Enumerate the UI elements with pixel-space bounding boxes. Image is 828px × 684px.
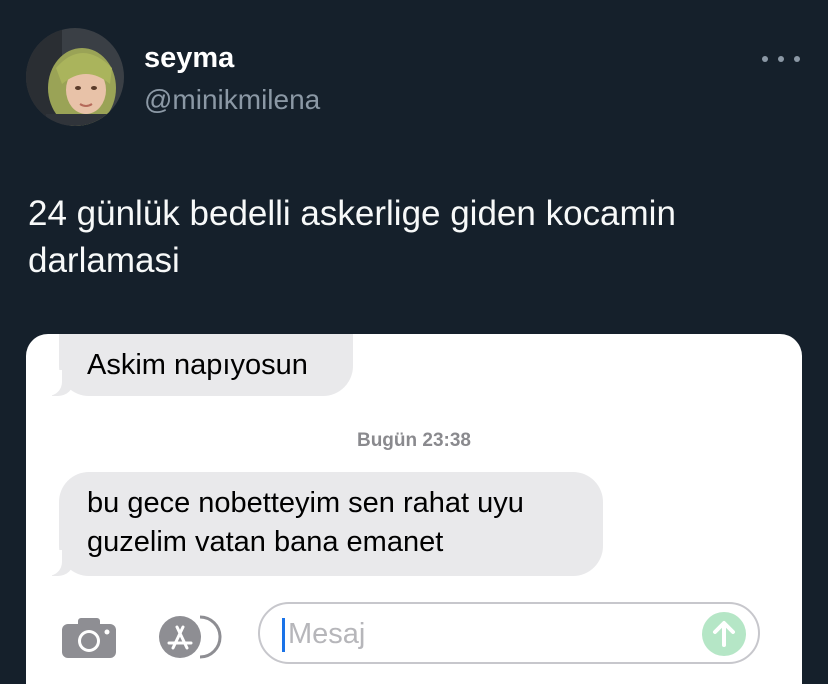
author-name[interactable]: seyma <box>144 41 234 75</box>
bubble-tail <box>40 550 74 576</box>
ellipsis-dot <box>794 56 800 62</box>
text-caret <box>282 618 285 652</box>
send-arrow-icon[interactable] <box>702 612 746 656</box>
message-bubble-received: Askim napıyosun <box>59 334 353 396</box>
message-text: Askim napıyosun <box>87 349 308 381</box>
app-store-icon[interactable] <box>156 614 228 660</box>
message-bubble-received: bu gece nobetteyim sen rahat uyu guzelim… <box>59 472 603 576</box>
message-input[interactable]: Mesaj <box>258 602 760 664</box>
ellipsis-dot <box>762 56 768 62</box>
ellipsis-dot <box>778 56 784 62</box>
avatar-image <box>26 28 124 126</box>
message-text: bu gece nobetteyim sen rahat uyu guzelim… <box>87 487 524 558</box>
tweet-card: seyma @minikmilena 24 günlük bedelli ask… <box>0 0 828 684</box>
author-handle[interactable]: @minikmilena <box>144 84 320 116</box>
tweet-media-screenshot[interactable]: Askim napıyosun Bugün 23:38 bu gece nobe… <box>26 334 802 684</box>
profile-avatar[interactable] <box>26 28 124 126</box>
message-input-bar: Mesaj <box>26 602 802 672</box>
bubble-tail <box>40 370 74 396</box>
message-placeholder: Mesaj <box>288 618 366 650</box>
camera-icon[interactable] <box>60 616 118 660</box>
tweet-text: 24 günlük bedelli askerlige giden kocami… <box>28 194 676 280</box>
message-timestamp: Bugün 23:38 <box>356 430 472 451</box>
ellipsis-icon[interactable] <box>762 50 800 68</box>
